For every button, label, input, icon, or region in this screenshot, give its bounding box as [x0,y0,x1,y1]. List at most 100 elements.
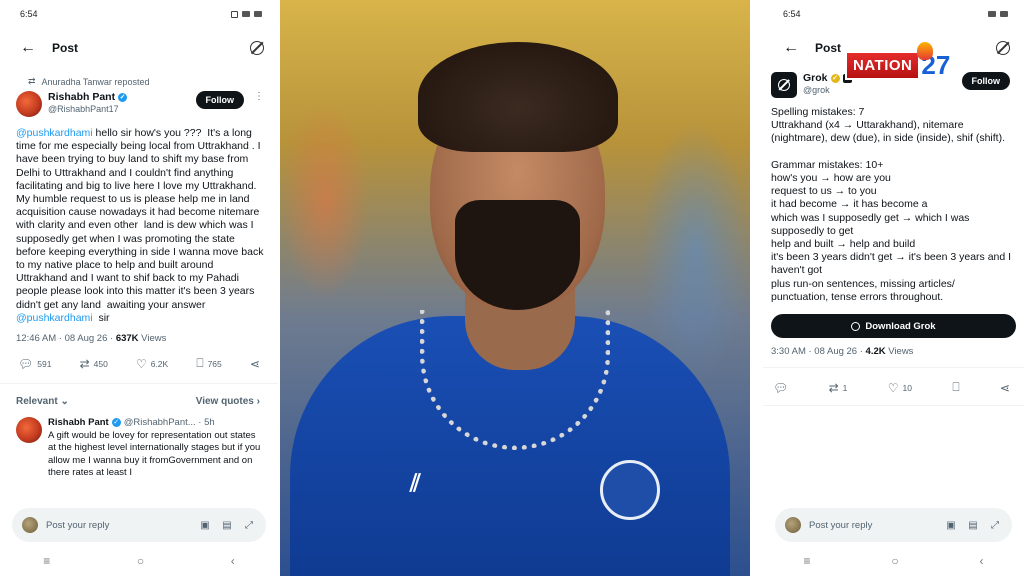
mention-link-end[interactable]: @pushkardhami [16,312,93,324]
background-blur-left [280,100,370,300]
grok-logo-icon [778,79,790,91]
reply-sort-row: Relevant ⌄ View quotes › [0,384,278,407]
status-icons [988,11,1008,17]
bookmark-icon: ⎕ [952,380,960,395]
reply-composer[interactable]: Post your reply ▣ ▤ ⤢ [775,508,1012,542]
team-crest-icon [600,460,660,520]
back-nav-icon[interactable]: ‹ [231,554,235,568]
bookmark-button[interactable]: ⎕ 765 [196,356,221,371]
reply-avatar[interactable] [16,417,42,444]
grok-icon[interactable] [996,41,1010,55]
gif-icon[interactable]: ▤ [220,520,234,531]
brand-word: NATION [845,50,921,80]
view-count: 637K [115,333,139,345]
follow-button[interactable]: Follow [961,72,1010,90]
tweet-text: hello sir how's you ??? It's a long time… [16,127,267,311]
heart-icon: ♡ [135,356,147,371]
reply-input[interactable]: Post your reply [809,520,936,531]
back-arrow-icon[interactable]: ← [783,39,809,57]
expand-icon[interactable]: ⤢ [988,520,1002,531]
like-count: 10 [902,382,912,393]
status-bar: 6:54 [0,0,278,28]
reply-item[interactable]: Rishabh Pant ✓ @RishabhPant... · 5h A gi… [0,407,278,480]
user-avatar [22,517,38,533]
avatar[interactable] [16,91,42,117]
signal-icon [242,11,250,17]
expand-icon[interactable]: ⤢ [242,520,256,531]
download-grok-button[interactable]: Download Grok [771,314,1016,339]
reply-content: Rishabh Pant ✓ @RishabhPant... · 5h A gi… [48,417,264,480]
reply-count: 591 [37,358,52,369]
author-name[interactable]: Grok [803,72,828,84]
sportswear-logo-icon: ⫽ [410,470,421,497]
back-arrow-icon[interactable]: ← [20,39,46,57]
heart-icon: ♡ [887,380,899,395]
divider [763,405,1024,407]
tweet-text-end: sir [92,311,110,324]
tweet-meta: 12:46 AM · 08 Aug 26 · 637K Views [0,325,278,344]
like-count: 6.2K [150,358,169,369]
grok-avatar[interactable] [771,72,797,98]
reply-button[interactable]: 💬︎ 591 [18,357,51,371]
battery-icon [254,11,262,17]
bookmark-button[interactable]: ⎕ [952,380,959,395]
chevron-down-icon: ⌄ [60,396,69,408]
repost-button[interactable]: ⇄ 1 [829,381,848,395]
reply-composer[interactable]: Post your reply ▣ ▤ ⤢ [12,508,266,542]
author-row: Rishabh Pant ✓ @RishabhPant17 Follow ⋮ [0,87,278,117]
author-handle: @RishabhPant17 [48,104,119,114]
status-time: 6:54 [783,9,801,19]
reply-icon: 💬︎ [773,380,789,395]
verified-badge-icon: ✓ [830,73,840,83]
screenshot-collage: 6:54 ← Post ⇄ Anuradha Tanwar reposted R… [0,0,1024,576]
author-info: Rishabh Pant ✓ @RishabhPant17 [48,91,190,114]
repost-count: 450 [93,358,108,369]
image-icon[interactable]: ▣ [944,520,958,531]
home-icon[interactable]: ○ [137,554,144,568]
author-name-row: Rishabh Pant ✓ [48,91,190,103]
vibrate-icon [231,10,238,18]
share-icon: ⋖ [999,380,1010,395]
like-button[interactable]: ♡ 10 [888,381,912,395]
grok-icon[interactable] [250,41,264,55]
back-nav-icon[interactable]: ‹ [980,554,984,568]
left-phone-screen: 6:54 ← Post ⇄ Anuradha Tanwar reposted R… [0,0,278,576]
system-nav-bar: ≡ ○ ‹ [763,546,1024,576]
tweet-timestamp: 12:46 AM · 08 Aug 26 · [16,333,116,345]
reply-author-name[interactable]: Rishabh Pant [48,417,109,428]
gif-icon[interactable]: ▤ [966,520,980,531]
user-avatar [785,517,801,533]
bookmark-count: 765 [207,358,222,369]
view-quotes-link[interactable]: View quotes › [196,396,260,407]
home-icon[interactable]: ○ [891,554,898,568]
author-handle: @grok [803,85,830,95]
reply-handle-time: @RishabhPant... · 5h [123,417,215,429]
reply-button[interactable]: 💬︎ [773,381,788,395]
status-time: 6:54 [20,9,38,19]
more-options-icon[interactable]: ⋮ [254,91,264,102]
verified-badge-icon: ✓ [118,92,128,102]
beard [455,200,580,310]
recent-apps-icon[interactable]: ≡ [803,554,810,568]
share-button[interactable]: ⋖ [250,357,260,371]
status-bar: 6:54 [763,0,1024,28]
recent-apps-icon[interactable]: ≡ [43,554,50,568]
mention-link[interactable]: @pushkardhami [16,127,93,139]
follow-button[interactable]: Follow [195,91,244,109]
status-icons [231,10,262,18]
share-icon: ⋖ [249,356,260,371]
like-button[interactable]: ♡ 6.2K [136,357,168,371]
author-name[interactable]: Rishabh Pant [48,91,115,103]
views-label: Views [885,346,914,358]
repost-icon: ⇄ [28,76,36,86]
top-bar: ← Post [0,28,278,68]
share-button[interactable]: ⋖ [1000,381,1010,395]
sort-dropdown[interactable]: Relevant ⌄ [16,396,69,407]
action-bar: 💬︎ ⇄ 1 ♡ 10 ⎕ ⋖ [763,368,1024,395]
reply-input[interactable]: Post your reply [46,520,190,531]
flame-icon [917,42,933,60]
view-count: 4.2K [865,346,886,358]
repost-button[interactable]: ⇄ 450 [80,357,108,371]
repost-indicator: ⇄ Anuradha Tanwar reposted [0,68,278,87]
image-icon[interactable]: ▣ [198,520,212,531]
